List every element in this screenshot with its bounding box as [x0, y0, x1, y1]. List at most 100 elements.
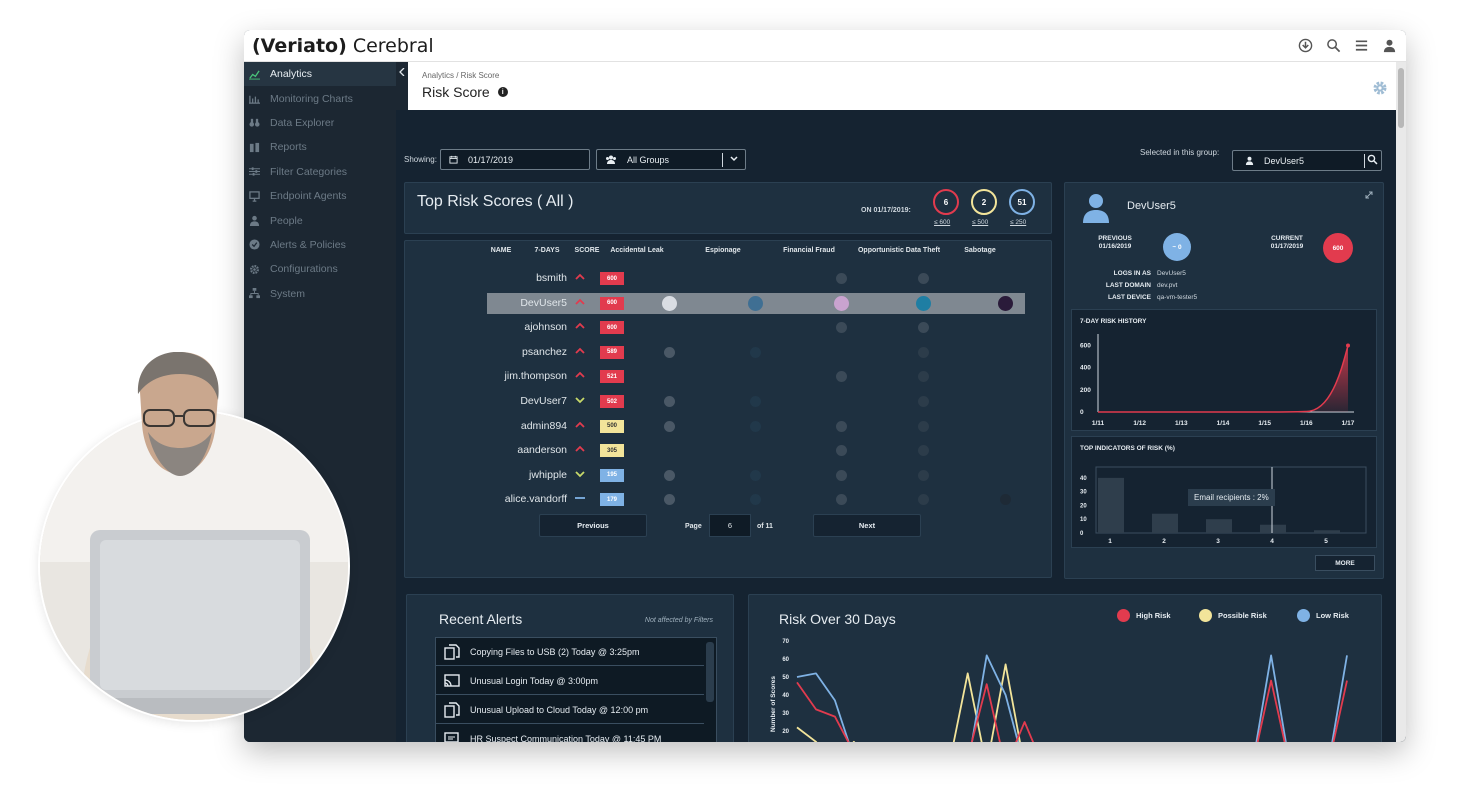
sidebar-item-alerts-policies[interactable]: Alerts & Policies	[244, 233, 396, 257]
table-row[interactable]: bsmith 600	[487, 268, 1025, 289]
user-name-cell[interactable]: ajohnson	[524, 321, 567, 333]
gear-icon[interactable]	[1372, 80, 1388, 96]
column-header[interactable]: NAME	[481, 247, 521, 254]
sidebar-item-system[interactable]: System	[244, 282, 396, 306]
risk-category-dot[interactable]	[917, 371, 929, 383]
alert-item[interactable]: Unusual Login Today @ 3:00pm	[436, 667, 704, 695]
column-header[interactable]: Accidental Leak	[601, 247, 673, 254]
risk-category-dot[interactable]	[749, 346, 761, 358]
table-row[interactable]: admin894 500	[487, 416, 1025, 437]
sidebar-item-reports[interactable]: Reports	[244, 135, 396, 159]
page-scrollbar[interactable]	[1396, 62, 1406, 742]
risk-category-dot[interactable]	[663, 420, 675, 432]
alerts-scrollbar[interactable]	[706, 642, 714, 702]
risk-count-ring[interactable]: 2	[971, 189, 997, 215]
groups-select[interactable]: All Groups	[596, 149, 746, 170]
page-number-input[interactable]: 6	[709, 514, 751, 537]
column-header[interactable]: 7-DAYS	[528, 247, 566, 254]
sidebar-item-configurations[interactable]: Configurations	[244, 257, 396, 281]
risk-count-ring[interactable]: 51	[1009, 189, 1035, 215]
table-row[interactable]: jim.thompson 521	[487, 366, 1025, 387]
sidebar-item-filter-categories[interactable]: Filter Categories	[244, 160, 396, 184]
risk-category-dot[interactable]	[917, 322, 929, 334]
risk-category-dot[interactable]	[835, 469, 847, 481]
sidebar-item-endpoint-agents[interactable]: Endpoint Agents	[244, 184, 396, 208]
search-icon[interactable]	[1367, 154, 1378, 167]
risk-category-dot[interactable]	[663, 396, 675, 407]
sidebar-item-data-explorer[interactable]: Data Explorer	[244, 111, 396, 135]
sidebar-item-monitoring-charts[interactable]: Monitoring Charts	[244, 86, 396, 110]
user-name-cell[interactable]: alice.vandorff	[505, 493, 567, 505]
user-name-cell[interactable]: jwhipple	[529, 469, 567, 481]
risk-category-dot[interactable]	[747, 295, 763, 311]
alert-item[interactable]: Unusual Upload to Cloud Today @ 12:00 pm	[436, 696, 704, 724]
date-picker[interactable]: 01/17/2019	[440, 149, 590, 170]
risk-category-dot[interactable]	[917, 396, 929, 407]
table-row[interactable]: ajohnson 600	[487, 317, 1025, 338]
table-row[interactable]: jwhipple 195	[487, 465, 1025, 486]
previous-button[interactable]: Previous	[539, 514, 647, 537]
risk-category-dot[interactable]	[835, 322, 847, 334]
next-button[interactable]: Next	[813, 514, 921, 537]
risk-category-dot[interactable]	[917, 494, 929, 506]
alert-item[interactable]: Copying Files to USB (2) Today @ 3:25pm	[436, 638, 704, 666]
more-button[interactable]: MORE	[1315, 555, 1375, 571]
r30-series-low-risk	[796, 654, 1348, 742]
risk-category-dot[interactable]	[749, 469, 761, 481]
last-domain-value: dev.pvt	[1157, 282, 1178, 289]
table-row[interactable]: DevUser5 600	[487, 292, 1025, 314]
risk-category-dot[interactable]	[835, 371, 847, 383]
risk-category-dot[interactable]	[663, 469, 675, 481]
table-row[interactable]: aanderson 305	[487, 440, 1025, 461]
table-row[interactable]: psanchez 589	[487, 342, 1025, 363]
menu-icon[interactable]	[1352, 36, 1370, 54]
column-header[interactable]: Espionage	[693, 247, 753, 254]
risk-category-dot[interactable]	[749, 396, 761, 407]
column-header[interactable]: SCORE	[572, 247, 602, 254]
user-icon[interactable]	[1380, 36, 1398, 54]
risk-category-dot[interactable]	[917, 346, 929, 358]
table-row[interactable]: DevUser7 502	[487, 391, 1025, 412]
sidebar-item-people[interactable]: People	[244, 208, 396, 232]
user-name-cell[interactable]: bsmith	[536, 272, 567, 284]
risk-category-dot[interactable]	[663, 346, 675, 358]
user-name-cell[interactable]: DevUser5	[520, 297, 567, 309]
risk-category-dot[interactable]	[835, 494, 847, 506]
risk-category-dot[interactable]	[835, 273, 847, 284]
download-circle-icon[interactable]	[1296, 36, 1314, 54]
risk-category-dot[interactable]	[749, 494, 761, 506]
risk-category-dot[interactable]	[999, 494, 1011, 506]
user-name-cell[interactable]: jim.thompson	[505, 370, 567, 382]
user-search-input[interactable]: DevUser5	[1232, 150, 1382, 171]
risk-category-dot[interactable]	[661, 295, 677, 311]
risk-category-dot[interactable]	[917, 273, 929, 284]
column-header[interactable]: Sabotage	[955, 247, 1005, 254]
risk-category-dot[interactable]	[997, 295, 1013, 311]
risk-category-dot[interactable]	[917, 420, 929, 432]
expand-icon[interactable]	[1365, 191, 1373, 201]
table-row[interactable]: alice.vandorff 179	[487, 489, 1025, 510]
risk-category-dot[interactable]	[835, 445, 847, 457]
collapse-sidebar-button[interactable]	[396, 62, 408, 110]
history-y-tick: 200	[1080, 387, 1091, 394]
risk-count-ring[interactable]: 6	[933, 189, 959, 215]
search-icon[interactable]	[1324, 36, 1342, 54]
risk-category-dot[interactable]	[833, 295, 849, 311]
user-name-cell[interactable]: psanchez	[522, 346, 567, 358]
column-header[interactable]: Financial Fraud	[773, 247, 845, 254]
alert-item[interactable]: HR Suspect Communication Today @ 11:45 P…	[436, 725, 704, 742]
user-name-cell[interactable]: admin894	[521, 420, 567, 432]
sidebar-item-analytics[interactable]: Analytics	[244, 62, 396, 87]
risk-category-dot[interactable]	[917, 469, 929, 481]
info-icon[interactable]: i	[497, 87, 508, 97]
user-name-cell[interactable]: aanderson	[517, 444, 567, 456]
risk-category-dot[interactable]	[915, 295, 931, 311]
risk-category-dot[interactable]	[749, 420, 761, 432]
user-name-cell[interactable]: DevUser7	[520, 395, 567, 407]
indicator-x-tick: 3	[1216, 538, 1220, 545]
risk-category-dot[interactable]	[663, 494, 675, 506]
risk-category-dot[interactable]	[917, 445, 929, 457]
column-header[interactable]: Opportunistic Data Theft	[856, 247, 942, 254]
risk-category-dot[interactable]	[835, 420, 847, 432]
breadcrumb[interactable]: Analytics / Risk Score	[422, 71, 499, 80]
